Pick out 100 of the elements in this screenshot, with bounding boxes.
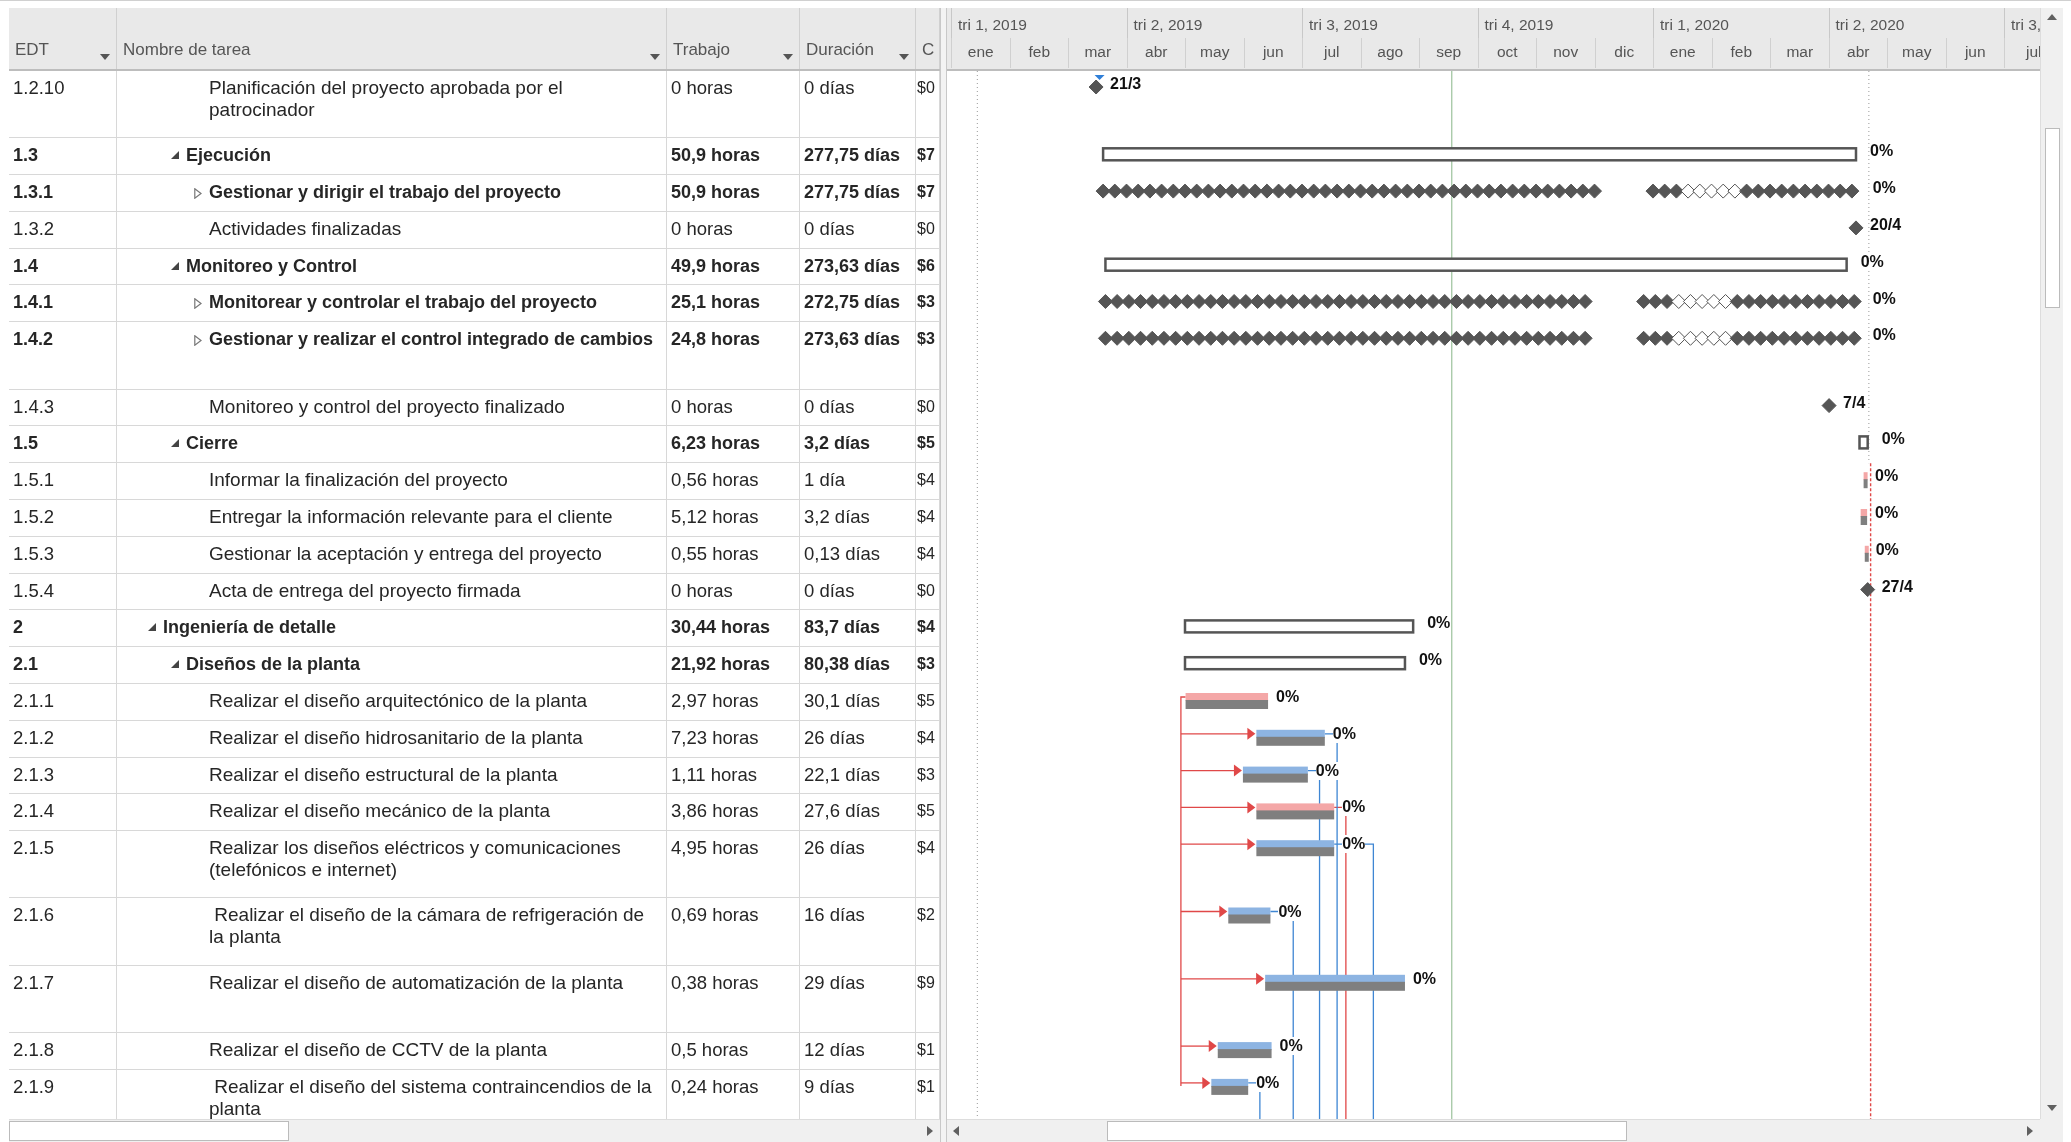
task-row[interactable]: 1.5.1 Informar la finalización del proyecto 0,56 horas 1 día $4 <box>9 463 940 500</box>
task-row[interactable]: 2.1.2 Realizar el diseño hidrosanitario de la planta 7,23 horas 26 días $4 <box>9 720 940 758</box>
task-row[interactable]: 2.1.6 Realizar el diseño de la cámara de refrigeración de la planta 0,69 horas 16 días $2 <box>9 898 940 966</box>
task-row[interactable]: 2.1.3 Realizar el diseño estructural de la planta 1,11 horas 22,1 días $3 <box>9 757 940 795</box>
outline-toggle-icon[interactable] <box>194 188 202 200</box>
edt-cell: 1.4.1 <box>9 285 117 322</box>
duration-cell: 12 días <box>800 1033 916 1069</box>
duration-cell: 1 día <box>800 463 916 499</box>
quarter-label: tri 2, 2020 <box>1828 8 2004 38</box>
dropdown-caret-icon[interactable] <box>783 54 793 60</box>
dropdown-caret-icon[interactable] <box>899 54 909 60</box>
task-row[interactable]: 2 Ingeniería de detalle 30,44 horas 83,7 días $4 <box>9 610 940 648</box>
outline-toggle-icon[interactable] <box>194 335 202 347</box>
bar-label: 0% <box>1279 1037 1303 1056</box>
duration-cell: 3,2 días <box>800 426 916 463</box>
duration-cell: 22,1 días <box>800 757 916 794</box>
duration-cell: 26 días <box>800 720 916 757</box>
outline-toggle-icon[interactable] <box>171 151 179 160</box>
work-cell: 50,9 horas <box>667 175 800 211</box>
vertical-scrollbar[interactable] <box>2040 8 2063 1119</box>
task-name: Planificación del proyecto aprobada por el patrocinador <box>209 77 564 121</box>
horizontal-scrollbar[interactable] <box>9 1119 940 1142</box>
task-row[interactable]: 2.1.1 Realizar el diseño arquitectónico de la planta 2,97 horas 30,1 días $5 <box>9 683 940 721</box>
bar-label: 0% <box>1860 252 1884 271</box>
outline-toggle-icon[interactable] <box>171 660 179 669</box>
task-name: Realizar el diseño de automatización de la planta <box>209 971 624 994</box>
dropdown-caret-icon[interactable] <box>100 54 110 60</box>
scrollbar-thumb[interactable] <box>9 1121 289 1141</box>
task-row[interactable]: 2.1 Diseños de la planta 21,92 horas 80,38 días $3 <box>9 647 940 684</box>
quarter-label: tri 4, 2019 <box>1477 8 1653 38</box>
edt-cell: 2 <box>9 610 117 647</box>
task-name: Realizar el diseño del sistema contraincendios de la planta <box>209 1075 653 1119</box>
edt-cell: 1.3.1 <box>9 175 117 211</box>
bar-label: 0% <box>1342 835 1366 854</box>
outline-toggle-icon[interactable] <box>171 439 179 448</box>
task-name: Gestionar y dirigir el trabajo del proyecto <box>209 181 562 204</box>
task-name: Realizar el diseño arquitectónico de la planta <box>209 689 588 712</box>
connector-arrow <box>1180 764 1242 777</box>
duration-cell: 80,38 días <box>800 647 916 683</box>
bar-label: 0% <box>1315 761 1339 780</box>
duration-cell: 26 días <box>800 831 916 898</box>
column-header[interactable]: Duración <box>800 8 916 69</box>
work-cell: 21,92 horas <box>667 647 800 683</box>
bar-label: 0% <box>1342 798 1366 817</box>
task-row[interactable]: 1.5 Cierre 6,23 horas 3,2 días $5 <box>9 426 940 464</box>
task-row[interactable]: 2.1.4 Realizar el diseño mecánico de la planta 3,86 horas 27,6 días $5 <box>9 794 940 832</box>
column-header[interactable]: Trabajo <box>667 8 800 69</box>
task-row[interactable]: 1.5.2 Entregar la información relevante para el cliente 5,12 horas 3,2 días $4 <box>9 499 940 537</box>
scrollbar-thumb[interactable] <box>1107 1121 1627 1141</box>
month-label: mar <box>1068 38 1127 68</box>
milestone-diamond <box>1088 79 1104 95</box>
task-row[interactable]: 1.4.2 Gestionar y realizar el control integrado de cambios 24,8 horas 273,63 días $3 <box>9 322 940 390</box>
month-label: may <box>1185 38 1244 68</box>
task-row[interactable]: 2.1.7 Realizar el diseño de automatización de la planta 0,38 horas 29 días $9 <box>9 965 940 1034</box>
column-header[interactable]: EDT <box>9 8 117 69</box>
task-row[interactable]: 1.4 Monitoreo y Control 49,9 horas 273,63 días $6 <box>9 248 940 286</box>
task-row[interactable]: 2.1.8 Realizar el diseño de CCTV de la planta 0,5 horas 12 días $1 <box>9 1033 940 1070</box>
task-row[interactable]: 1.3 Ejecución 50,9 horas 277,75 días $7 <box>9 138 940 176</box>
month-label: abr <box>1828 38 1887 68</box>
edt-cell: 1.3.2 <box>9 211 117 248</box>
dropdown-caret-icon[interactable] <box>650 54 660 60</box>
column-header[interactable]: Nombre de tarea <box>117 8 667 69</box>
edt-cell: 1.3 <box>9 138 117 175</box>
duration-cell: 0 días <box>800 71 916 138</box>
edt-cell: 1.5 <box>9 426 117 463</box>
task-row[interactable]: 1.2.10 Planificación del proyecto aprobada por el patrocinador 0 horas 0 días $0 <box>9 71 940 139</box>
edt-cell: 2.1.3 <box>9 757 117 794</box>
task-name: Gestionar la aceptación y entrega del proyecto <box>209 542 602 565</box>
work-cell: 0,56 horas <box>667 463 800 499</box>
task-row[interactable]: 1.4.1 Monitorear y controlar el trabajo del proyecto 25,1 horas 272,75 días $3 <box>9 285 940 323</box>
task-name: Informar la finalización del proyecto <box>209 469 508 492</box>
quarter-label: tri 2, 2019 <box>1126 8 1302 38</box>
horizontal-scrollbar[interactable] <box>947 1119 2040 1142</box>
duration-cell: 273,63 días <box>800 322 916 389</box>
outline-toggle-icon[interactable] <box>148 623 156 632</box>
task-row[interactable]: 1.5.4 Acta de entrega del proyecto firmada 0 horas 0 días $0 <box>9 573 940 611</box>
duration-cell: 0 días <box>800 389 916 426</box>
month-label: jun <box>1243 38 1302 68</box>
outline-toggle-icon[interactable] <box>194 298 202 310</box>
milestone-diamond <box>1860 582 1876 598</box>
edt-cell: 1.4 <box>9 248 117 285</box>
month-label: jun <box>1945 38 2004 68</box>
task-row[interactable]: 2.1.5 Realizar los diseños eléctricos y comunicaciones (telefónicos e internet) 4,95 horas 26 días $4 <box>9 831 940 899</box>
task-row[interactable]: 1.3.2 Actividades finalizadas 0 horas 0 días $0 <box>9 211 940 249</box>
duration-cell: 83,7 días <box>800 610 916 647</box>
month-label: mar <box>1770 38 1829 68</box>
month-label: feb <box>1711 38 1770 68</box>
task-row[interactable]: 1.5.3 Gestionar la aceptación y entrega del proyecto 0,55 horas 0,13 días $4 <box>9 536 940 574</box>
task-row[interactable]: 1.3.1 Gestionar y dirigir el trabajo del proyecto 50,9 horas 277,75 días $7 <box>9 175 940 212</box>
month-label: sep <box>1419 38 1478 68</box>
scrollbar-thumb[interactable] <box>2044 128 2060 308</box>
outline-toggle-icon[interactable] <box>171 261 179 270</box>
task-row[interactable]: 1.4.3 Monitoreo y control del proyecto finalizado 0 horas 0 días $0 <box>9 389 940 427</box>
bar-label: 0% <box>1332 724 1356 743</box>
task-name: Gestionar y realizar el control integrado de cambios <box>209 328 654 351</box>
edt-cell: 1.4.2 <box>9 322 117 389</box>
edt-cell: 2.1.1 <box>9 683 117 720</box>
duration-cell: 3,2 días <box>800 499 916 536</box>
work-cell: 0 horas <box>667 211 800 248</box>
work-cell: 0,55 horas <box>667 536 800 573</box>
